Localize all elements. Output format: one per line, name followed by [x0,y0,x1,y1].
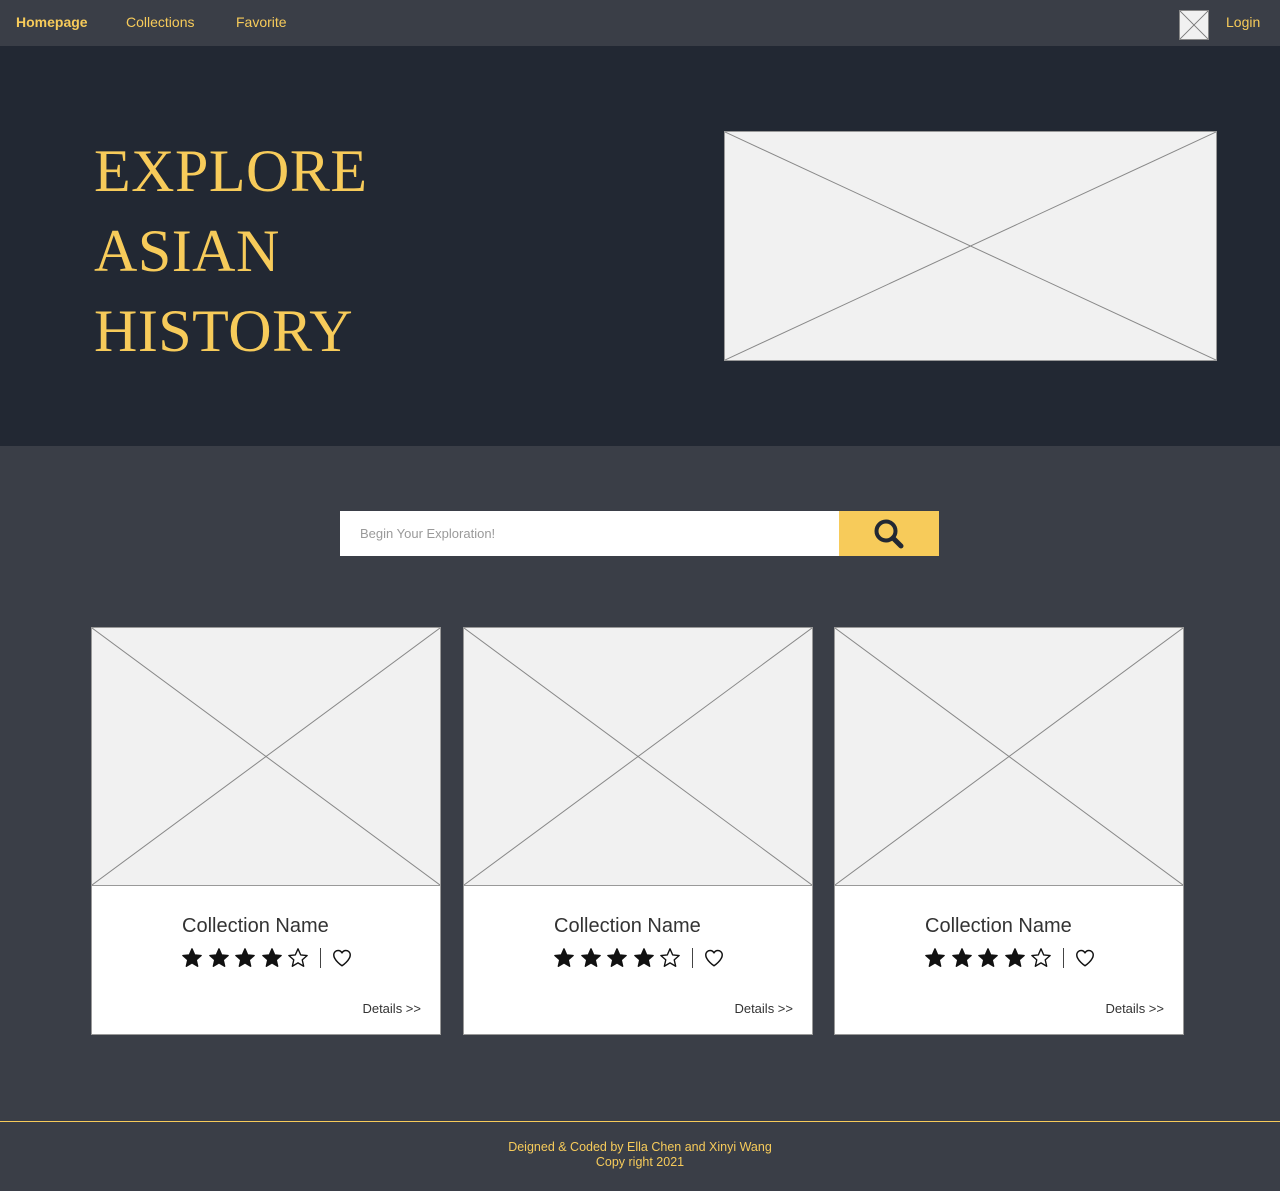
hero-title-line: HISTORY [94,298,354,364]
hero-title-line: ASIAN [94,218,280,284]
star-rating[interactable] [924,947,1096,969]
star-filled-icon[interactable] [606,947,628,969]
collection-card[interactable]: Collection Name Details >> [463,627,813,1035]
collection-card[interactable]: Collection Name Details >> [91,627,441,1035]
details-link[interactable]: Details >> [1105,1001,1164,1016]
details-link[interactable]: Details >> [734,1001,793,1016]
search-input[interactable] [340,511,839,556]
login-link[interactable]: Login [1226,14,1260,30]
heart-icon[interactable] [331,947,353,969]
hero-title: EXPLORE ASIAN HISTORY [94,131,514,371]
footer: Deigned & Coded by Ella Chen and Xinyi W… [0,1140,1280,1170]
hero-image-placeholder [724,131,1217,361]
card-image-placeholder [92,628,440,886]
image-placeholder-icon [835,628,1183,885]
star-filled-icon[interactable] [924,947,946,969]
star-empty-icon[interactable] [1030,947,1052,969]
nav-link-collections[interactable]: Collections [126,14,194,30]
star-empty-icon[interactable] [659,947,681,969]
hero-title-line: EXPLORE [94,138,368,204]
star-filled-icon[interactable] [181,947,203,969]
hero-section: EXPLORE ASIAN HISTORY [0,46,1280,446]
card-image-placeholder [464,628,812,886]
heart-icon[interactable] [703,947,725,969]
collection-card[interactable]: Collection Name Details >> [834,627,1184,1035]
footer-credit: Deigned & Coded by Ella Chen and Xinyi W… [508,1140,772,1154]
details-link[interactable]: Details >> [362,1001,421,1016]
card-title: Collection Name [554,915,701,937]
rating-divider [691,948,693,968]
image-placeholder-icon [92,628,440,885]
star-filled-icon[interactable] [261,947,283,969]
card-title: Collection Name [925,915,1072,937]
star-rating[interactable] [181,947,353,969]
footer-divider [0,1121,1280,1122]
nav-link-homepage[interactable]: Homepage [16,14,88,30]
footer-copyright: Copy right 2021 [595,1155,685,1169]
card-image-placeholder [835,628,1183,886]
image-placeholder-icon [1180,11,1208,39]
star-filled-icon[interactable] [1004,947,1026,969]
search-button[interactable] [839,511,939,556]
image-placeholder-icon [464,628,812,885]
star-filled-icon[interactable] [951,947,973,969]
star-filled-icon[interactable] [553,947,575,969]
search-bar [340,511,939,556]
avatar[interactable] [1179,10,1209,40]
top-nav: Homepage Collections Favorite Login [0,0,1280,46]
star-filled-icon[interactable] [977,947,999,969]
nav-link-favorite[interactable]: Favorite [236,14,287,30]
star-filled-icon[interactable] [580,947,602,969]
star-filled-icon[interactable] [633,947,655,969]
rating-divider [1062,948,1064,968]
heart-icon[interactable] [1074,947,1096,969]
star-rating[interactable] [553,947,725,969]
image-placeholder-icon [725,132,1216,360]
rating-divider [319,948,321,968]
star-empty-icon[interactable] [287,947,309,969]
star-filled-icon[interactable] [208,947,230,969]
star-filled-icon[interactable] [234,947,256,969]
card-title: Collection Name [182,915,329,937]
search-icon [874,519,904,548]
